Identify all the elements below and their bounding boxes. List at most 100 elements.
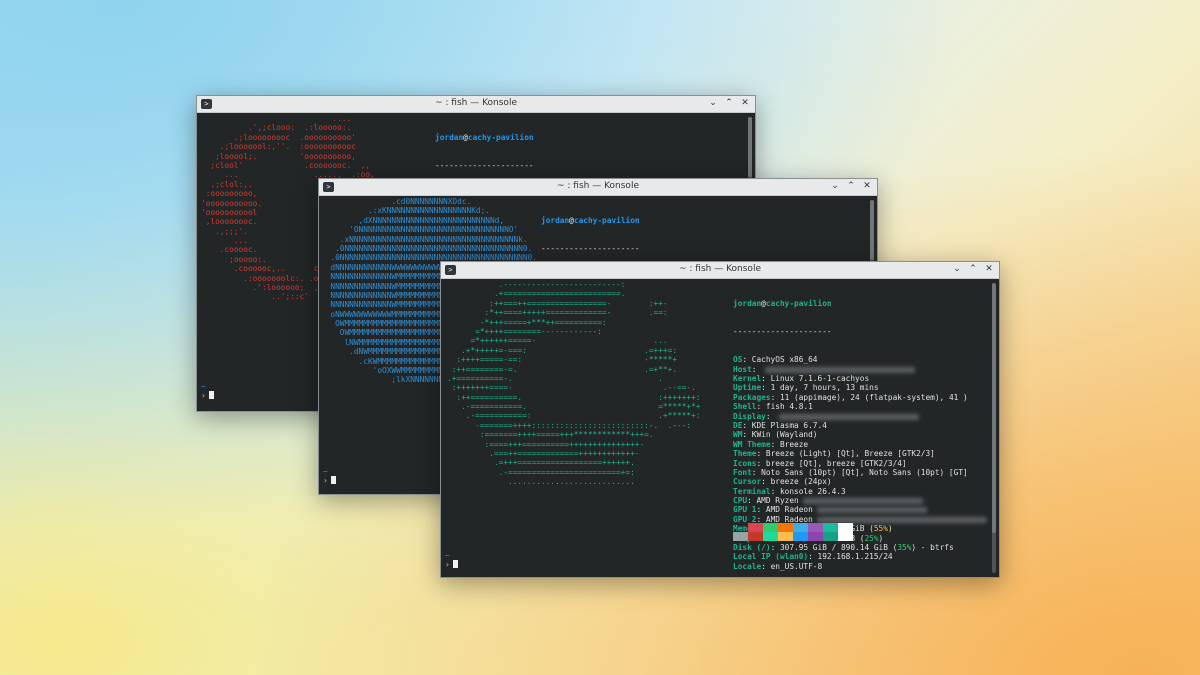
info-value: 307.95 GiB / 890.14 GiB (: [779, 543, 898, 553]
ascii-line: .+*+++++=-===: .=+++=:: [447, 345, 678, 355]
info-row: CPU: AMD Ryzen: [733, 496, 987, 505]
maximize-icon[interactable]: ⌃: [967, 263, 979, 276]
ascii-line: .-===========. =*****+*+: [447, 402, 701, 412]
palette-swatch: [823, 523, 838, 541]
info-key: Terminal: [733, 486, 771, 496]
close-icon[interactable]: ✕: [739, 97, 751, 110]
ascii-line: .-========================+=:: [447, 467, 635, 477]
minimize-icon[interactable]: ⌄: [707, 97, 719, 110]
palette-swatch: [778, 523, 793, 541]
usage-percent: 25%: [864, 533, 879, 543]
ascii-line: .=+++==================++++++.: [447, 458, 635, 468]
ascii-line: :=======++++=====+++************+++=.: [447, 430, 654, 440]
ascii-line: .0NNNNNNNNNNNNNNNNNNNNNNNNNNNNNNNNNNNNNN…: [321, 243, 533, 253]
info-key: Display: [733, 411, 766, 421]
ascii-line: .cd0NNNNNNNNXOdc.: [321, 197, 472, 206]
maximize-icon[interactable]: ⌃: [723, 97, 735, 110]
ascii-line: 'ONNNNNNNNNNNNNNNNNNNNNNNNNNNNNNNNO': [321, 225, 519, 235]
info-key: WM: [733, 430, 743, 440]
palette-swatch: [733, 523, 748, 541]
ascii-line: :++++=====-==: -*****+: [447, 355, 678, 365]
info-key: Theme: [733, 449, 757, 459]
info-row: Display:: [733, 412, 987, 421]
info-row: GPU 1: AMD Radeon: [733, 505, 987, 514]
konsole-window-3[interactable]: > ~ : fish — Konsole ⌄ ⌃ ✕ .------------…: [440, 261, 1000, 578]
ascii-line: -=======++++:::::::::::::::::::::::::-. …: [447, 420, 692, 430]
minimize-icon[interactable]: ⌄: [951, 263, 963, 276]
hostname: cachy-pavilion: [765, 298, 832, 308]
info-value: en_US.UTF-8: [770, 561, 823, 571]
info-row: Font: Noto Sans (10pt) [Qt], Noto Sans (…: [733, 467, 968, 477]
separator: ---------------------: [541, 244, 640, 254]
ascii-line: .:xKNNNNNNNNNNNNNNNNNNKd;.: [321, 206, 490, 216]
info-key: Cursor: [733, 477, 762, 487]
ascii-line: .xNNNNNNNNNNNNNNNNNNNNNNNNNNNNNNNNNNNNk.: [321, 234, 528, 244]
info-key: Uptime: [733, 383, 762, 393]
ascii-line: .',;clooo: .:looooo:.: [201, 123, 352, 133]
ascii-line: ;looool;. 'oooooooooo,: [201, 151, 356, 161]
titlebar[interactable]: > ~ : fish — Konsole ⌄ ⌃ ✕: [197, 96, 755, 113]
terminal-area[interactable]: .-------------------------: .+==========…: [441, 279, 999, 577]
hostname: cachy-pavilion: [573, 215, 640, 225]
info-value: Breeze (Light) [Qt], Breeze [GTK2/3]: [765, 449, 935, 459]
prompt[interactable]: ~ ›: [445, 551, 458, 569]
username: jordan: [435, 132, 464, 142]
info-value: CachyOS x86_64: [751, 355, 818, 365]
maximize-icon[interactable]: ⌃: [845, 180, 857, 193]
info-key: Disk (/): [733, 543, 771, 553]
ascii-line: .+==========-. .: [447, 373, 663, 383]
titlebar[interactable]: > ~ : fish — Konsole ⌄ ⌃ ✕: [441, 262, 999, 279]
info-row: WM Theme: Breeze: [733, 439, 809, 449]
palette-swatch: [808, 523, 823, 541]
info-row: Icons: breeze [Qt], breeze [GTK2/3/4]: [733, 458, 907, 468]
username: jordan: [541, 215, 570, 225]
info-value: 11 (appimage), 24 (flatpak-system), 41 ): [779, 392, 968, 402]
prompt[interactable]: ~ ›: [323, 467, 336, 485]
info-value: AMD Ryzen: [756, 496, 799, 506]
info-row: WM: KWin (Wayland): [733, 430, 818, 440]
info-row: Locale: en_US.UTF-8: [733, 561, 823, 571]
ascii-line: ...........................: [447, 477, 635, 487]
info-row: Local IP (wlan0): 192.168.1.215/24: [733, 552, 893, 562]
close-icon[interactable]: ✕: [983, 263, 995, 276]
redacted-text: [779, 413, 920, 420]
info-value-suffix: ): [887, 524, 893, 534]
info-value: KDE Plasma 6.7.4: [751, 420, 827, 430]
info-value: Breeze: [779, 439, 809, 449]
ascii-line: :*++====+++++=============- .==:: [447, 308, 668, 318]
palette-swatch: [793, 523, 808, 541]
minimize-icon[interactable]: ⌄: [829, 180, 841, 193]
usage-percent: 35%: [897, 543, 912, 553]
palette-swatch: [763, 523, 778, 541]
redacted-text: [765, 366, 916, 373]
info-row: OS: CachyOS x86_64: [733, 355, 818, 365]
prompt[interactable]: ~ ›: [201, 382, 214, 400]
ascii-line: .;looooool:,''. :ooooooooooc: [201, 142, 356, 152]
palette-swatch: [748, 523, 763, 541]
ascii-line: =*++++========------------:: [447, 326, 602, 336]
ascii-line: .;looooooooc .oooooooooo': [201, 132, 356, 142]
ascii-line: [447, 487, 700, 496]
info-row: Host:: [733, 365, 987, 374]
info-row: Kernel: Linux 7.1.6-1-cachyos: [733, 374, 870, 383]
redacted-text: [816, 516, 987, 523]
username: jordan: [733, 298, 762, 308]
close-icon[interactable]: ✕: [861, 180, 873, 193]
ascii-line: :====+++==========+++++++++++++++-: [447, 439, 645, 449]
ascii-line: ;clool' .cooooooc. ,,: [201, 160, 370, 170]
titlebar[interactable]: > ~ : fish — Konsole ⌄ ⌃ ✕: [319, 179, 877, 196]
info-row: Theme: Breeze (Light) [Qt], Breeze [GTK2…: [733, 449, 935, 459]
info-key: GPU 1: [733, 505, 757, 515]
info-key: Locale: [733, 561, 762, 571]
window-title: ~ : fish — Konsole: [435, 98, 517, 108]
info-value: fish 4.8.1: [765, 402, 813, 412]
info-key: WM Theme: [733, 439, 771, 449]
separator: ---------------------: [435, 161, 534, 171]
distro-logo-ascii: .-------------------------: .+==========…: [447, 280, 700, 496]
ascii-line: :++========-=. .=+**+.: [447, 364, 678, 374]
usage-percent: 55%: [873, 524, 888, 534]
ascii-line: .-------------------------:: [447, 280, 626, 289]
scrollbar[interactable]: [992, 283, 996, 573]
info-value: 192.168.1.215/24: [817, 552, 893, 562]
ascii-line: :++==========. :+++++++:: [447, 392, 701, 402]
